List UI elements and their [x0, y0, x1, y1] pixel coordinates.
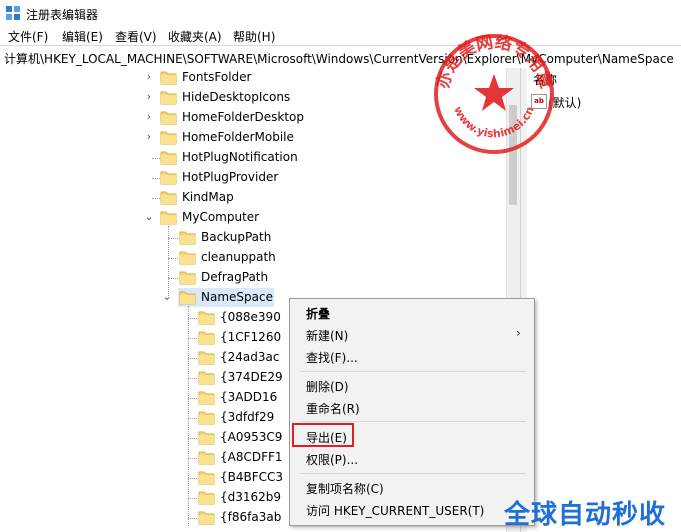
folder-icon	[179, 230, 196, 245]
folder-icon	[198, 350, 215, 365]
tree-node-label: {A0953C9	[220, 430, 283, 444]
chevron-down-icon[interactable]: ⌄	[162, 291, 172, 303]
menu-edit[interactable]: 编辑(E)	[62, 28, 103, 45]
menu-separator	[300, 421, 526, 422]
menu-find[interactable]: 查找(F)...	[306, 349, 358, 366]
menu-separator	[300, 473, 526, 474]
menu-bar: 文件(F) 编辑(E) 查看(V) 收藏夹(A) 帮助(H)	[0, 26, 681, 45]
chevron-right-icon[interactable]: ›	[144, 131, 154, 143]
address-path[interactable]: 计算机\HKEY_LOCAL_MACHINE\SOFTWARE\Microsof…	[4, 50, 674, 67]
title-bar: 注册表编辑器	[0, 0, 681, 26]
tree-node-label: HomeFolderDesktop	[182, 110, 305, 124]
folder-icon	[160, 190, 177, 205]
seal-stamp: 亦是美网络专用章 www.yishimei.cn	[432, 31, 556, 154]
menu-file[interactable]: 文件(F)	[8, 28, 48, 45]
tree-node-label: {A8CDFF1	[220, 450, 283, 464]
chevron-right-icon: ›	[516, 326, 521, 340]
folder-icon	[198, 370, 215, 385]
menu-export[interactable]: 导出(E)	[306, 429, 347, 446]
tree-node-label: NameSpace	[201, 290, 273, 304]
folder-icon	[198, 490, 215, 505]
tree-node-label: {24ad3ac	[220, 350, 280, 364]
tree-node-label: {088e390	[220, 310, 281, 324]
folder-icon	[160, 110, 177, 125]
folder-icon	[160, 210, 177, 225]
folder-icon	[179, 250, 196, 265]
folder-icon	[160, 130, 177, 145]
folder-icon	[160, 150, 177, 165]
tree-node-label: {3dfdf29	[220, 410, 275, 424]
svg-text:www.yishimei.cn: www.yishimei.cn	[451, 104, 537, 140]
menu-new[interactable]: 新建(N)	[306, 327, 348, 344]
tree-node[interactable]: DefragPath	[0, 268, 506, 288]
folder-icon	[160, 170, 177, 185]
menu-rename[interactable]: 重命名(R)	[306, 400, 360, 417]
menu-permissions[interactable]: 权限(P)...	[306, 451, 358, 468]
folder-icon	[198, 330, 215, 345]
tree-node[interactable]: HotPlugProvider	[0, 168, 506, 188]
tree-node-label: MyComputer	[182, 210, 260, 224]
tree-node-label: FontsFolder	[182, 70, 252, 84]
stamp-url-text: www.yishimei.cn	[451, 104, 537, 140]
menu-separator	[300, 371, 526, 372]
tree-node-label: {f86fa3ab	[220, 510, 282, 524]
menu-help[interactable]: 帮助(H)	[233, 28, 275, 45]
folder-icon	[198, 450, 215, 465]
tree-node-label: BackupPath	[201, 230, 272, 244]
chevron-right-icon[interactable]: ›	[144, 91, 154, 103]
menu-copy-key-name[interactable]: 复制项名称(C)	[306, 480, 384, 497]
tree-node[interactable]: KindMap	[0, 188, 506, 208]
tree-node[interactable]: ⌄ MyComputer	[0, 208, 506, 228]
context-menu: 折叠 新建(N) › 查找(F)... 删除(D) 重命名(R) 导出(E) 权…	[289, 298, 535, 526]
folder-icon	[179, 270, 196, 285]
tree-node[interactable]: cleanuppath	[0, 248, 506, 268]
folder-icon	[160, 90, 177, 105]
tree-node-label: {1CF1260	[220, 330, 282, 344]
tree-node[interactable]: BackupPath	[0, 228, 506, 248]
window-title: 注册表编辑器	[26, 8, 99, 22]
tree-node-label: DefragPath	[201, 270, 269, 284]
tree-connector	[168, 226, 169, 298]
tree-node-label: HideDesktopIcons	[182, 90, 291, 104]
tree-node-label: cleanuppath	[201, 250, 276, 264]
menu-favorites[interactable]: 收藏夹(A)	[168, 28, 222, 45]
watermark-text: 全球自动秒收	[504, 500, 667, 530]
tree-connector	[188, 306, 189, 526]
tree-node-label: {374DE29	[220, 370, 283, 384]
folder-icon	[198, 470, 215, 485]
tree-node-label: HotPlugProvider	[182, 170, 279, 184]
tree-node-label: {3ADD16	[220, 390, 278, 404]
folder-icon	[198, 510, 215, 525]
registry-editor-icon	[6, 6, 20, 20]
chevron-down-icon[interactable]: ⌄	[144, 211, 154, 223]
tree-node-label: HomeFolderMobile	[182, 130, 294, 144]
tree-node-label: KindMap	[182, 190, 234, 204]
menu-collapse[interactable]: 折叠	[306, 305, 330, 322]
menu-delete[interactable]: 删除(D)	[306, 378, 349, 395]
tree-node-label: HotPlugNotification	[182, 150, 298, 164]
folder-icon	[198, 430, 215, 445]
folder-icon	[198, 390, 215, 405]
chevron-right-icon[interactable]: ›	[144, 111, 154, 123]
menu-view[interactable]: 查看(V)	[115, 28, 157, 45]
folder-icon	[160, 70, 177, 85]
menu-goto-hkcu[interactable]: 访问 HKEY_CURRENT_USER(T)	[306, 502, 484, 519]
folder-icon	[198, 310, 215, 325]
tree-node-label: {d3162b9	[220, 490, 282, 504]
folder-icon	[179, 290, 196, 305]
tree-node-label: {B4BFCC3	[220, 470, 284, 484]
folder-icon	[198, 410, 215, 425]
chevron-right-icon[interactable]: ›	[144, 71, 154, 83]
address-bar[interactable]: 计算机\HKEY_LOCAL_MACHINE\SOFTWARE\Microsof…	[0, 45, 681, 69]
